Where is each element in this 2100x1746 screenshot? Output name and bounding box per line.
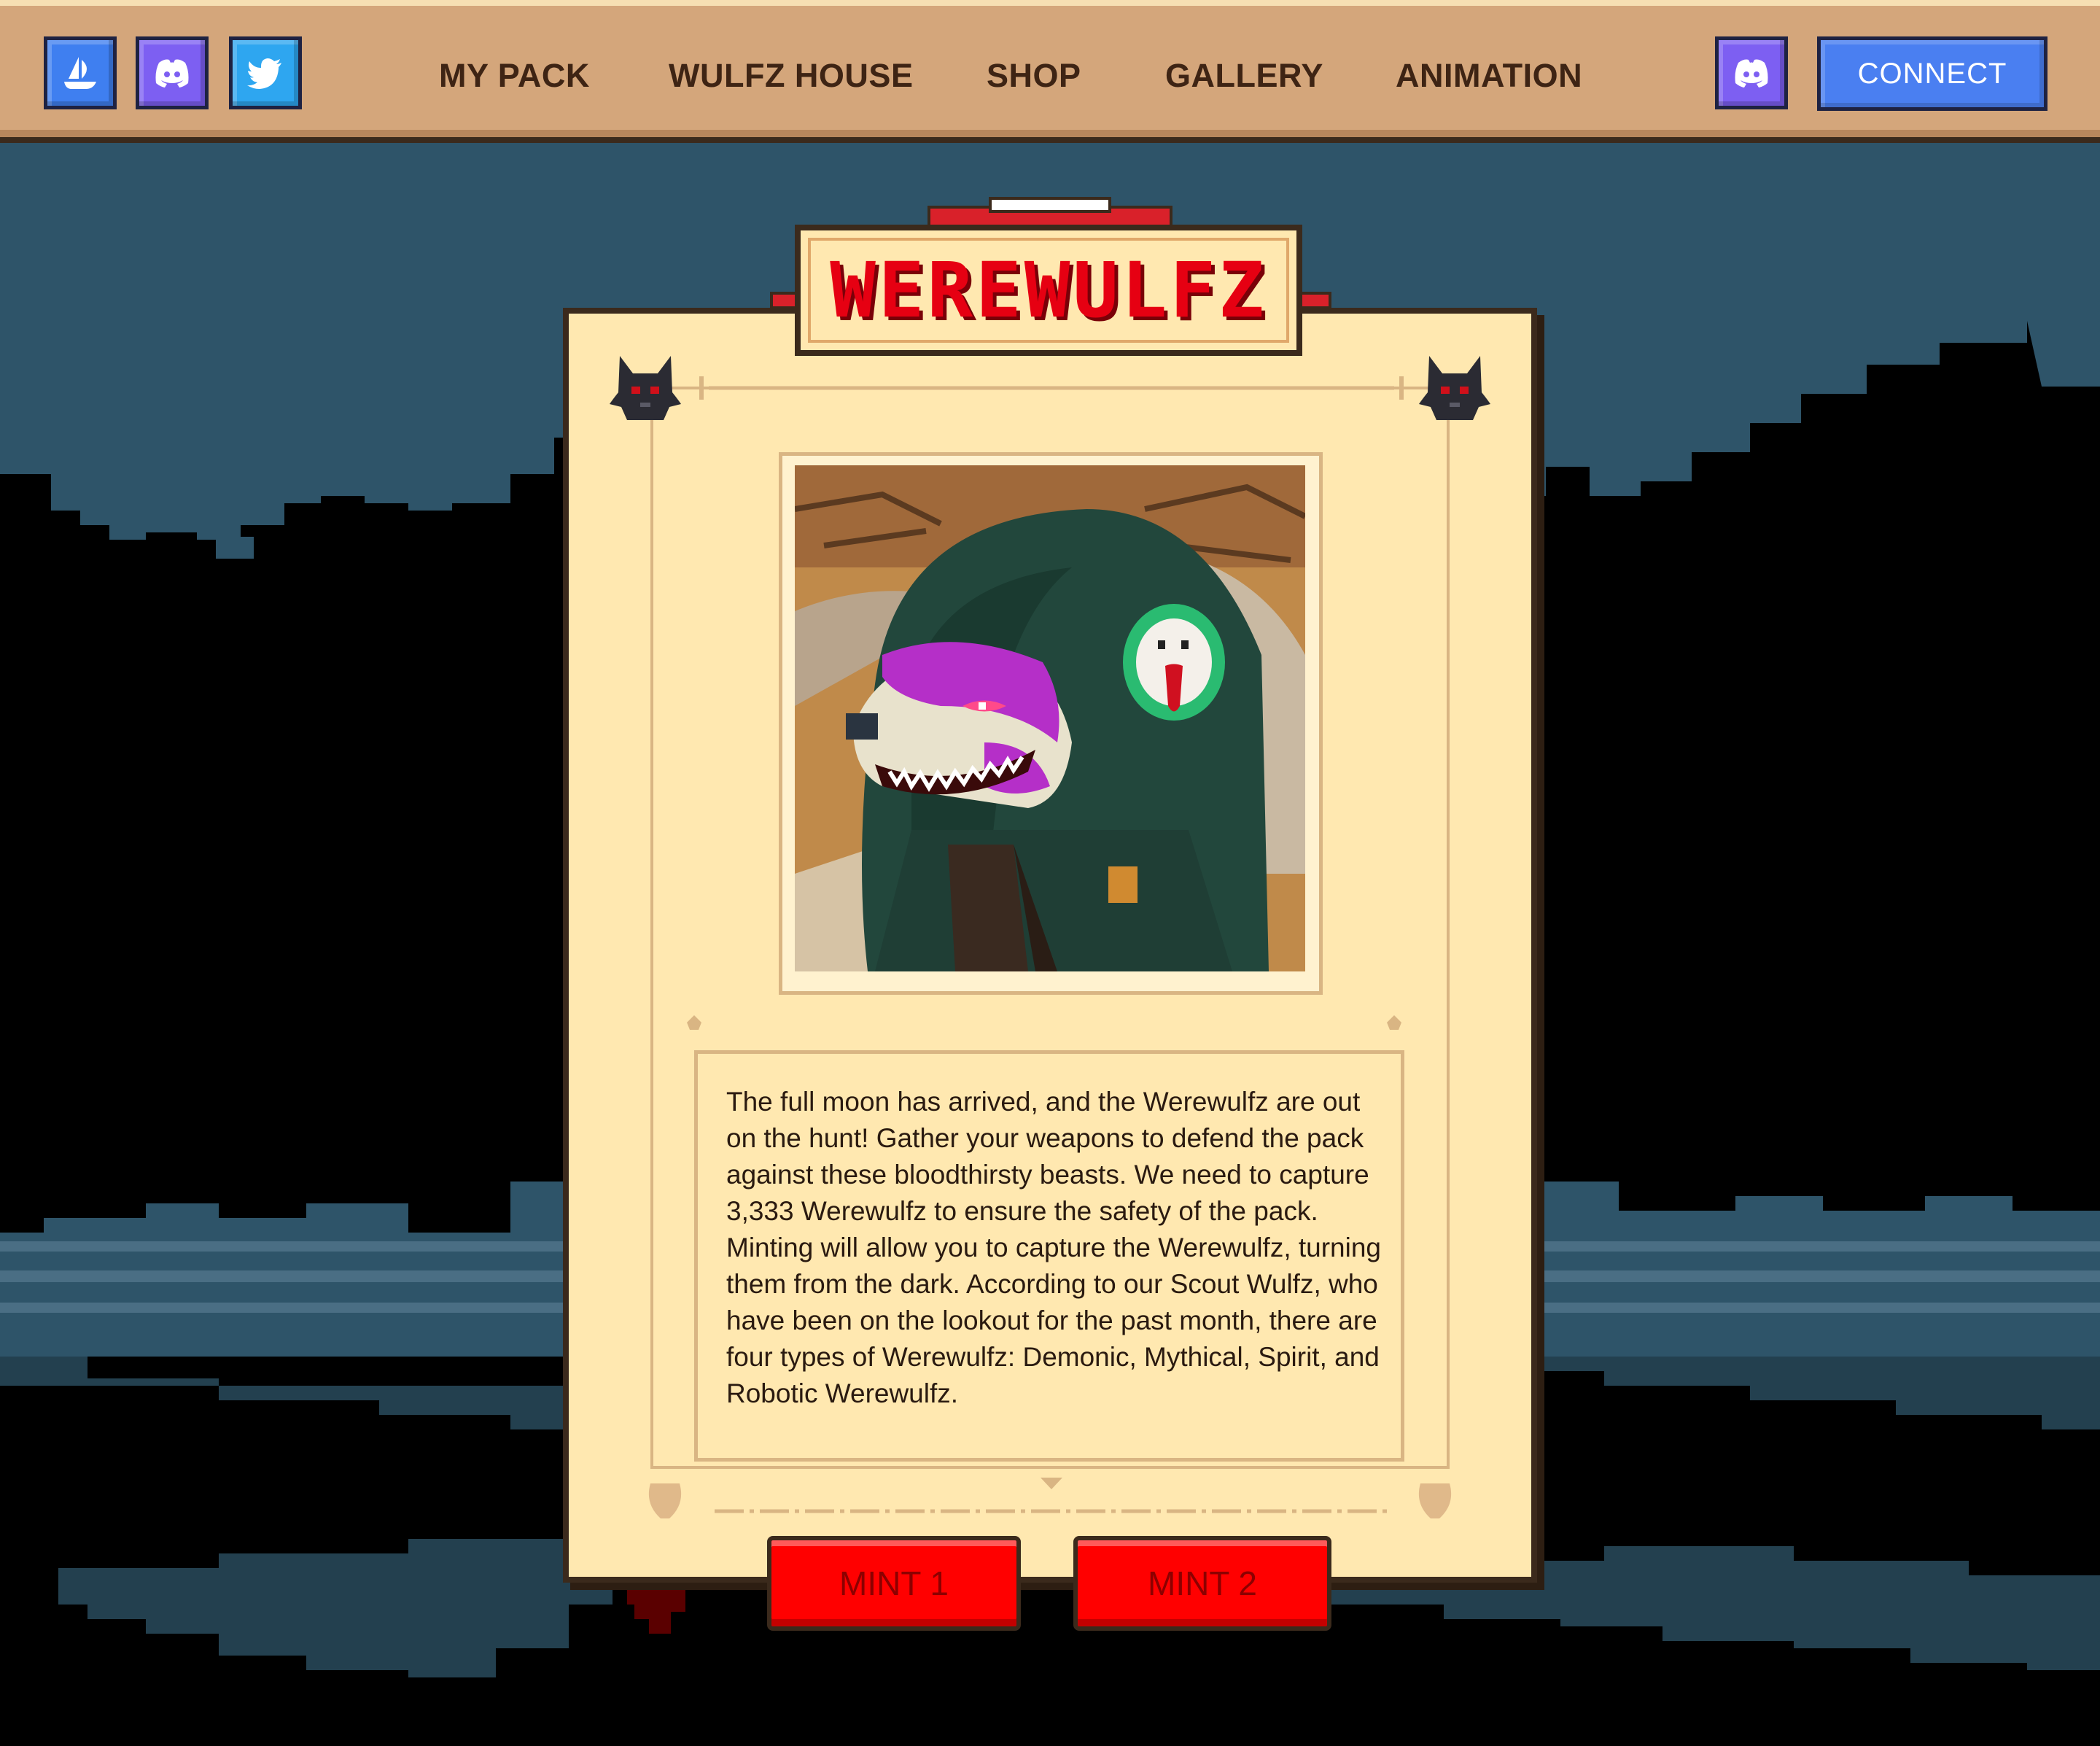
twitter-icon bbox=[247, 58, 281, 89]
werewulf-artwork bbox=[795, 465, 1305, 971]
nav-wulfz-house[interactable]: WULFZ HOUSE bbox=[669, 57, 913, 95]
opensea-button[interactable] bbox=[44, 36, 117, 109]
title-ribbon-top-highlight bbox=[989, 197, 1111, 213]
discord-button[interactable] bbox=[136, 36, 209, 109]
opensea-icon bbox=[64, 57, 96, 89]
nav-gallery[interactable]: GALLERY bbox=[1165, 57, 1323, 95]
nav-shop[interactable]: SHOP bbox=[987, 57, 1081, 95]
wolf-head-icon-right bbox=[1419, 356, 1490, 420]
mint-2-button[interactable]: MINT 2 bbox=[1073, 1536, 1331, 1631]
description-text: The full moon has arrived, and the Werew… bbox=[726, 1087, 1382, 1408]
twitter-button[interactable] bbox=[229, 36, 302, 109]
discord-icon bbox=[155, 59, 189, 88]
mint-1-button[interactable]: MINT 1 bbox=[767, 1536, 1021, 1631]
header-bottom-shade bbox=[0, 130, 2100, 137]
card-title-plate: WEREWULFZ bbox=[795, 225, 1302, 356]
discord-button-right[interactable] bbox=[1715, 36, 1788, 109]
top-navigation-bar: MY PACK WULFZ HOUSE SHOP GALLERY ANIMATI… bbox=[0, 0, 2100, 143]
wolf-head-icon-left bbox=[610, 356, 681, 420]
nav-my-pack[interactable]: MY PACK bbox=[439, 57, 590, 95]
discord-icon bbox=[1735, 59, 1768, 88]
werewulf-portrait-image bbox=[795, 465, 1305, 971]
connect-wallet-button[interactable]: CONNECT bbox=[1817, 36, 2048, 111]
card-title: WEREWULFZ bbox=[830, 246, 1267, 335]
card-title-inner: WEREWULFZ bbox=[808, 238, 1289, 343]
nav-animation[interactable]: ANIMATION bbox=[1396, 57, 1582, 95]
